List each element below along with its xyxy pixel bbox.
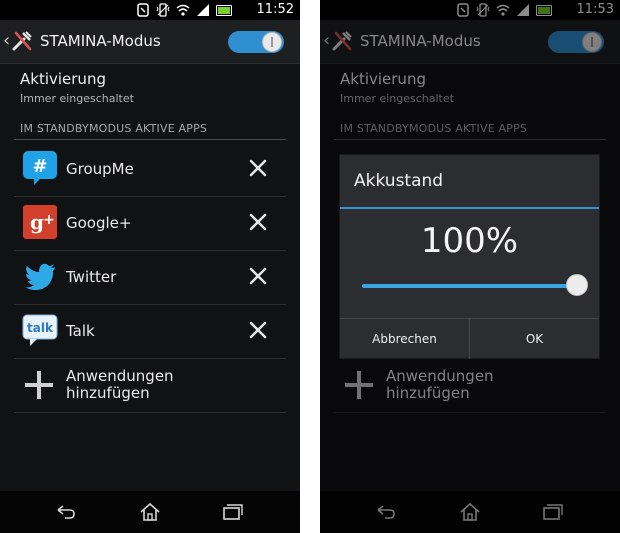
add-apps-label: Anwendungen hinzufügen — [66, 368, 216, 402]
groupme-icon: # — [23, 151, 57, 185]
ok-button[interactable]: OK — [470, 319, 599, 359]
slider-fill — [362, 284, 577, 288]
navigation-bar — [0, 491, 300, 533]
signal-icon — [197, 4, 209, 16]
app-name: Google+ — [66, 214, 132, 232]
app-name: Talk — [66, 322, 95, 340]
talk-icon: talk — [22, 314, 58, 346]
remove-icon[interactable] — [246, 318, 270, 342]
phone-screen-right: 11:53 ‹ STAMINA-Modus Aktivierung Immer … — [320, 0, 620, 533]
battery-level-value: 100% — [420, 221, 519, 261]
stamina-toggle[interactable] — [228, 31, 284, 53]
status-bar: 11:52 — [0, 0, 300, 20]
list-item-google-plus[interactable]: g + Google+ — [14, 196, 286, 251]
recent-apps-icon[interactable] — [222, 501, 244, 523]
remove-icon[interactable] — [246, 210, 270, 234]
slider-thumb[interactable] — [566, 274, 588, 296]
plus-icon — [25, 371, 53, 399]
list-item-groupme[interactable]: # GroupMe — [14, 142, 286, 197]
svg-text:#: # — [32, 156, 47, 177]
remove-icon[interactable] — [246, 156, 270, 180]
list-item-twitter[interactable]: Twitter — [14, 250, 286, 305]
toggle-knob — [262, 32, 282, 52]
battery-level-slider[interactable] — [362, 284, 577, 288]
screen-title: STAMINA-Modus — [40, 32, 161, 50]
add-apps-line2: hinzufügen — [66, 384, 150, 402]
svg-text:g: g — [30, 210, 44, 234]
tools-icon — [12, 31, 32, 51]
home-icon[interactable] — [139, 501, 161, 523]
remove-icon[interactable] — [246, 264, 270, 288]
svg-text:talk: talk — [27, 321, 54, 335]
dialog-title: Akkustand — [354, 171, 444, 191]
back-icon[interactable] — [55, 501, 77, 523]
nfc-icon — [137, 3, 149, 17]
phone-screen-left: 11:52 ‹ STAMINA-Modus Aktivierung Immer … — [0, 0, 300, 533]
dialog-title-divider — [340, 207, 599, 209]
battery-icon — [216, 4, 232, 16]
action-bar: ‹ STAMINA-Modus — [0, 20, 300, 64]
svg-text:+: + — [43, 212, 55, 228]
wifi-icon — [176, 4, 190, 16]
activation-value: Immer eingeschaltet — [20, 92, 134, 105]
section-header: IM STANDBYMODUS AKTIVE APPS — [20, 122, 208, 135]
status-time: 11:52 — [256, 2, 294, 17]
vibrate-icon — [156, 3, 170, 17]
list-item-talk[interactable]: talk Talk — [14, 304, 286, 359]
activation-label: Aktivierung — [20, 70, 106, 88]
dialog-button-bar: Abbrechen OK — [340, 318, 599, 359]
add-apps-line1: Anwendungen — [66, 367, 174, 385]
google-plus-icon: g + — [23, 205, 57, 239]
app-name: Twitter — [66, 268, 117, 286]
twitter-icon — [25, 263, 55, 291]
add-apps-item[interactable]: Anwendungen hinzufügen — [14, 358, 286, 413]
battery-level-dialog: Akkustand 100% Abbrechen OK — [340, 155, 599, 359]
app-name: GroupMe — [66, 160, 134, 178]
cancel-button[interactable]: Abbrechen — [340, 319, 469, 359]
section-divider — [14, 139, 286, 140]
